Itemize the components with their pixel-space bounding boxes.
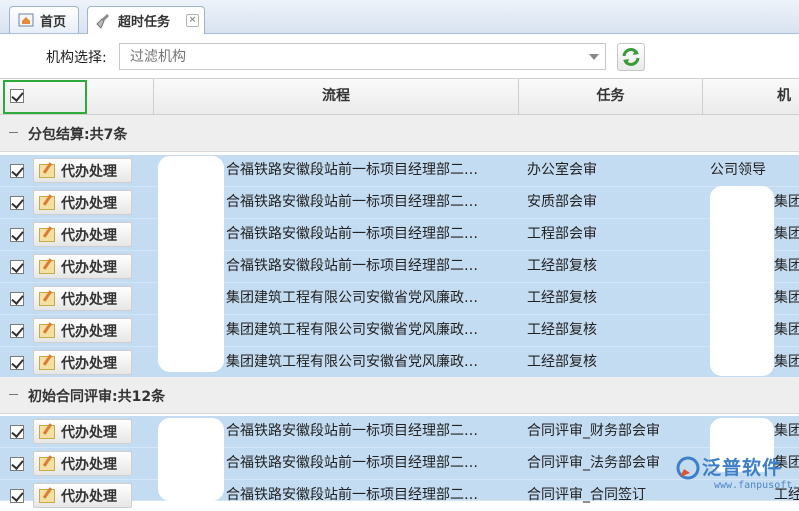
org-cell: 公司领导: [710, 162, 766, 178]
filter-bar: 机构选择:: [0, 34, 799, 78]
handle-button-label: 代办处理: [61, 424, 117, 441]
edit-icon: [39, 163, 55, 178]
handle-button-label: 代办处理: [61, 291, 117, 308]
handle-button-label: 代办处理: [61, 259, 117, 276]
task-cell: 工经部复核: [527, 258, 597, 274]
org-filter-input[interactable]: [128, 44, 572, 70]
task-cell: 工程部会审: [527, 226, 597, 242]
row-checkbox[interactable]: [10, 292, 24, 306]
watermark-name: 泛普软件: [702, 457, 783, 479]
table-row[interactable]: 代办处理 合福铁路安徽段站前一标项目经理部二… 合同评审_财务部会审 集团: [0, 416, 799, 448]
edit-icon: [39, 227, 55, 242]
handle-button-label: 代办处理: [61, 456, 117, 473]
handle-button-label: 代办处理: [61, 488, 117, 505]
watermark-url: www.fanpusoft.com: [714, 480, 799, 491]
handle-button-label: 代办处理: [61, 355, 117, 372]
edit-icon: [39, 291, 55, 306]
group-header-subcontract[interactable]: 分包结算:共7条: [0, 115, 799, 152]
tab-timeout-label: 超时任务: [118, 15, 171, 30]
handle-button[interactable]: 代办处理: [33, 254, 132, 279]
broom-icon: [96, 13, 112, 29]
table-row[interactable]: 代办处理 合福铁路安徽段站前一标项目经理部二… 工程部会审 集团: [0, 219, 799, 251]
handle-button[interactable]: 代办处理: [33, 190, 132, 215]
edit-icon: [39, 456, 55, 471]
table-row[interactable]: 代办处理 合福铁路安徽段站前一标项目经理部二… 办公室会审 公司领导: [0, 155, 799, 187]
org-filter-combobox[interactable]: [119, 43, 606, 70]
group-title: 分包结算:共7条: [28, 127, 128, 143]
handle-button-label: 代办处理: [61, 227, 117, 244]
table-row[interactable]: 代办处理 集团建筑工程有限公司安徽省党风廉政… 工经部复核 集团: [0, 283, 799, 315]
watermark: 泛普软件 www.fanpusoft.com: [674, 453, 799, 501]
row-checkbox[interactable]: [10, 196, 24, 210]
handle-button-label: 代办处理: [61, 163, 117, 180]
tab-timeout-tasks[interactable]: 超时任务 ×: [87, 6, 205, 34]
handle-button[interactable]: 代办处理: [33, 451, 132, 476]
group-title: 初始合同评审:共12条: [28, 389, 166, 405]
column-org[interactable]: 机: [703, 79, 799, 114]
task-cell: 安质部会审: [527, 194, 597, 210]
refresh-icon: [622, 48, 640, 66]
edit-icon: [39, 195, 55, 210]
row-checkbox[interactable]: [10, 228, 24, 242]
handle-button[interactable]: 代办处理: [33, 286, 132, 311]
handle-button[interactable]: 代办处理: [33, 483, 132, 508]
row-checkbox[interactable]: [10, 324, 24, 338]
home-icon: [18, 12, 34, 28]
table-row[interactable]: 代办处理 合福铁路安徽段站前一标项目经理部二… 工经部复核 集团: [0, 251, 799, 283]
task-cell: 工经部复核: [527, 322, 597, 338]
selection-highlight: [3, 80, 87, 114]
grid-header: 流程 任务 机: [0, 78, 799, 115]
row-checkbox[interactable]: [10, 425, 24, 439]
row-checkbox[interactable]: [10, 457, 24, 471]
collapse-icon[interactable]: [9, 132, 18, 133]
handle-button[interactable]: 代办处理: [33, 158, 132, 183]
task-cell: 办公室会审: [527, 162, 597, 178]
redaction-mark: [158, 418, 224, 501]
tab-home-label: 首页: [40, 14, 67, 30]
tab-bar: 首页 超时任务 ×: [0, 0, 799, 34]
org-filter-label: 机构选择:: [46, 50, 107, 66]
group-header-contract-review[interactable]: 初始合同评审:共12条: [0, 377, 799, 414]
task-cell: 工经部复核: [527, 354, 597, 370]
handle-button-label: 代办处理: [61, 195, 117, 212]
handle-button[interactable]: 代办处理: [33, 350, 132, 375]
handle-button[interactable]: 代办处理: [33, 318, 132, 343]
handle-button[interactable]: 代办处理: [33, 222, 132, 247]
task-cell: 工经部复核: [527, 290, 597, 306]
table-row[interactable]: 代办处理 合福铁路安徽段站前一标项目经理部二… 安质部会审 集团: [0, 187, 799, 219]
redaction-mark: [710, 186, 774, 376]
collapse-icon[interactable]: [9, 394, 18, 395]
chevron-down-icon[interactable]: [589, 54, 599, 60]
edit-icon: [39, 488, 55, 503]
tab-home[interactable]: 首页: [9, 6, 79, 33]
handle-button-label: 代办处理: [61, 323, 117, 340]
close-tab-icon[interactable]: ×: [186, 14, 199, 27]
row-checkbox[interactable]: [10, 164, 24, 178]
table-row[interactable]: 代办处理 集团建筑工程有限公司安徽省党风廉政… 工经部复核 集团: [0, 347, 799, 379]
task-cell: 合同评审_财务部会审: [527, 423, 660, 439]
edit-icon: [39, 424, 55, 439]
edit-icon: [39, 323, 55, 338]
edit-icon: [39, 355, 55, 370]
column-task[interactable]: 任务: [519, 79, 703, 114]
redaction-mark: [158, 156, 224, 372]
row-checkbox[interactable]: [10, 356, 24, 370]
fanpu-logo-icon: [676, 456, 700, 480]
column-flow[interactable]: 流程: [154, 79, 519, 114]
table-row[interactable]: 代办处理 集团建筑工程有限公司安徽省党风廉政… 工经部复核 集团: [0, 315, 799, 347]
row-checkbox[interactable]: [10, 260, 24, 274]
edit-icon: [39, 259, 55, 274]
refresh-button[interactable]: [617, 43, 645, 71]
handle-button[interactable]: 代办处理: [33, 419, 132, 444]
